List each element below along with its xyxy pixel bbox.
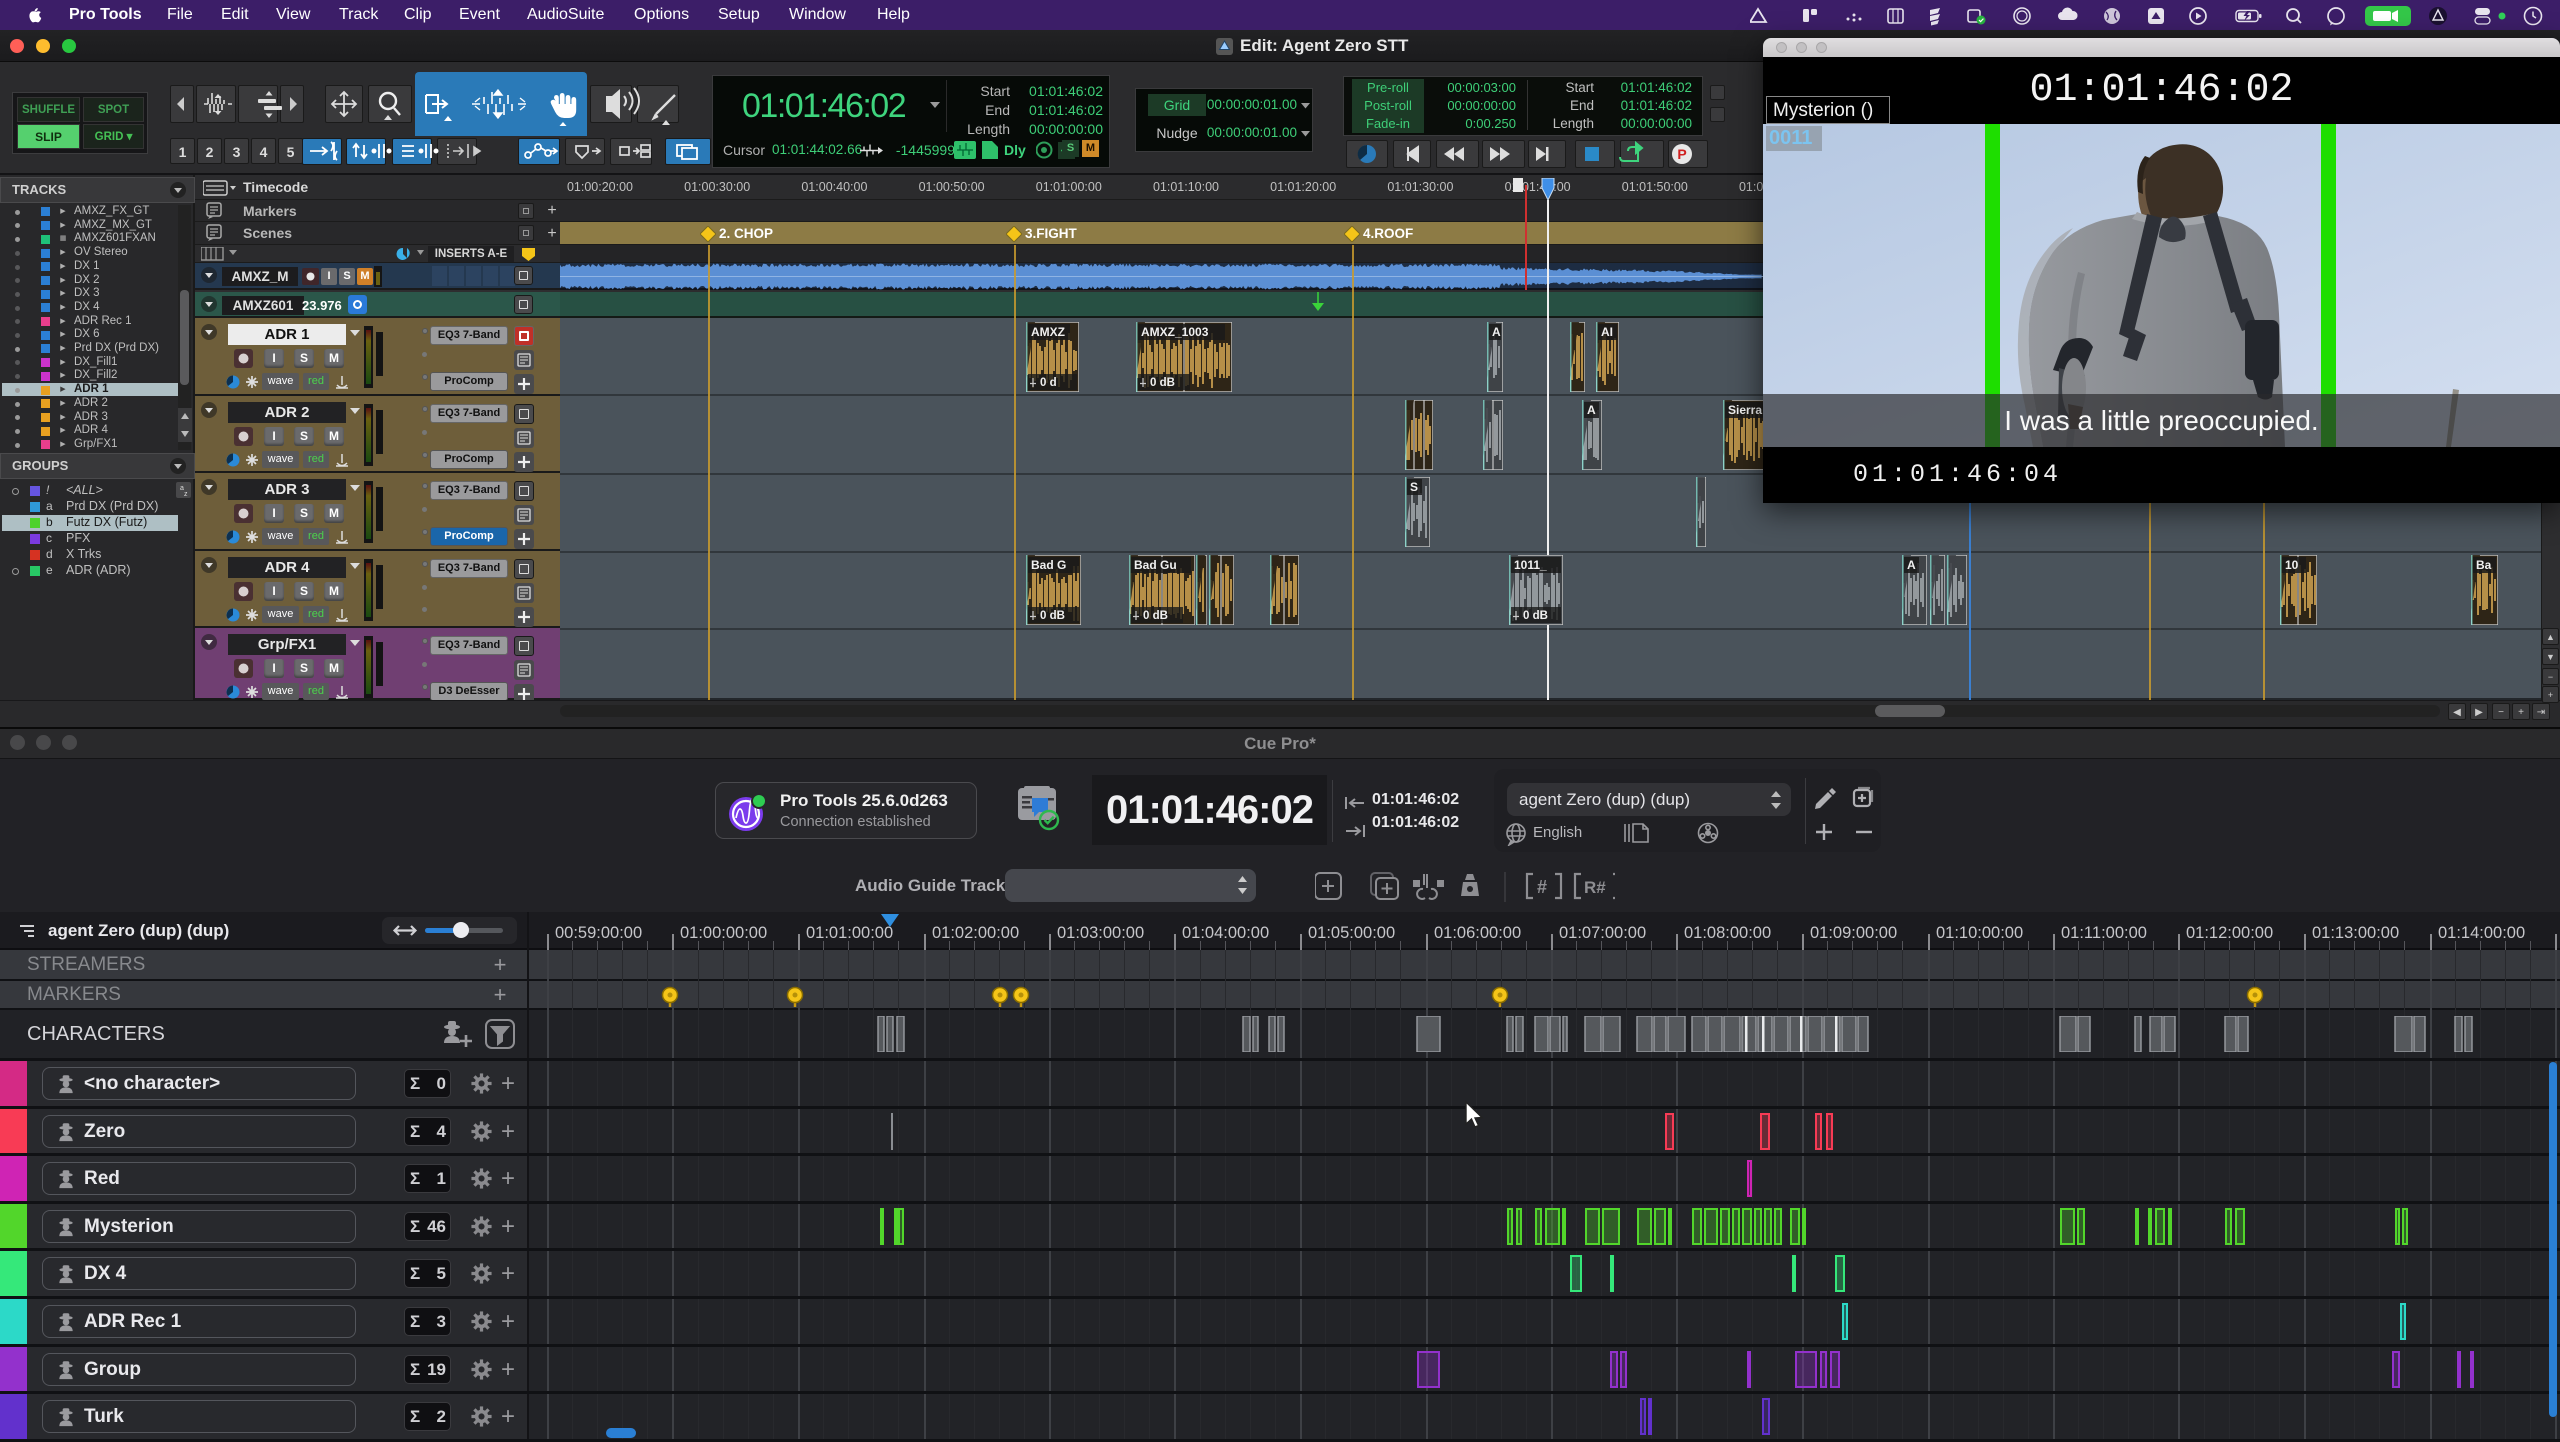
svg-text:S: S: [1410, 480, 1418, 494]
svg-text:Sierra: Sierra: [1728, 403, 1762, 417]
svg-text:0 dB: 0 dB: [1150, 377, 1175, 389]
svg-text:Ba: Ba: [2476, 558, 2492, 572]
svg-text:1011_: 1011_: [1514, 558, 1547, 572]
svg-text:#: #: [1537, 877, 1547, 897]
svg-text:0 dB: 0 dB: [1143, 610, 1168, 622]
svg-text:P: P: [1677, 146, 1686, 162]
svg-text:AMXZ: AMXZ: [1031, 325, 1065, 339]
svg-text:R#: R#: [1584, 878, 1606, 897]
svg-text:0 dB: 0 dB: [1040, 610, 1065, 622]
svg-text:A: A: [1907, 558, 1916, 572]
svg-text:A: A: [1492, 325, 1501, 339]
svg-text:AMXZ_1003: AMXZ_1003: [1141, 325, 1209, 339]
svg-text:0 d: 0 d: [1040, 377, 1057, 389]
svg-text:10: 10: [2285, 558, 2299, 572]
svg-text:AI: AI: [1601, 325, 1613, 339]
svg-text:Bad Gu: Bad Gu: [1134, 558, 1177, 572]
svg-text:z: z: [184, 491, 188, 498]
svg-text:0 dB: 0 dB: [1523, 610, 1548, 622]
svg-text:Bad G: Bad G: [1031, 558, 1066, 572]
svg-text:A: A: [1587, 403, 1596, 417]
